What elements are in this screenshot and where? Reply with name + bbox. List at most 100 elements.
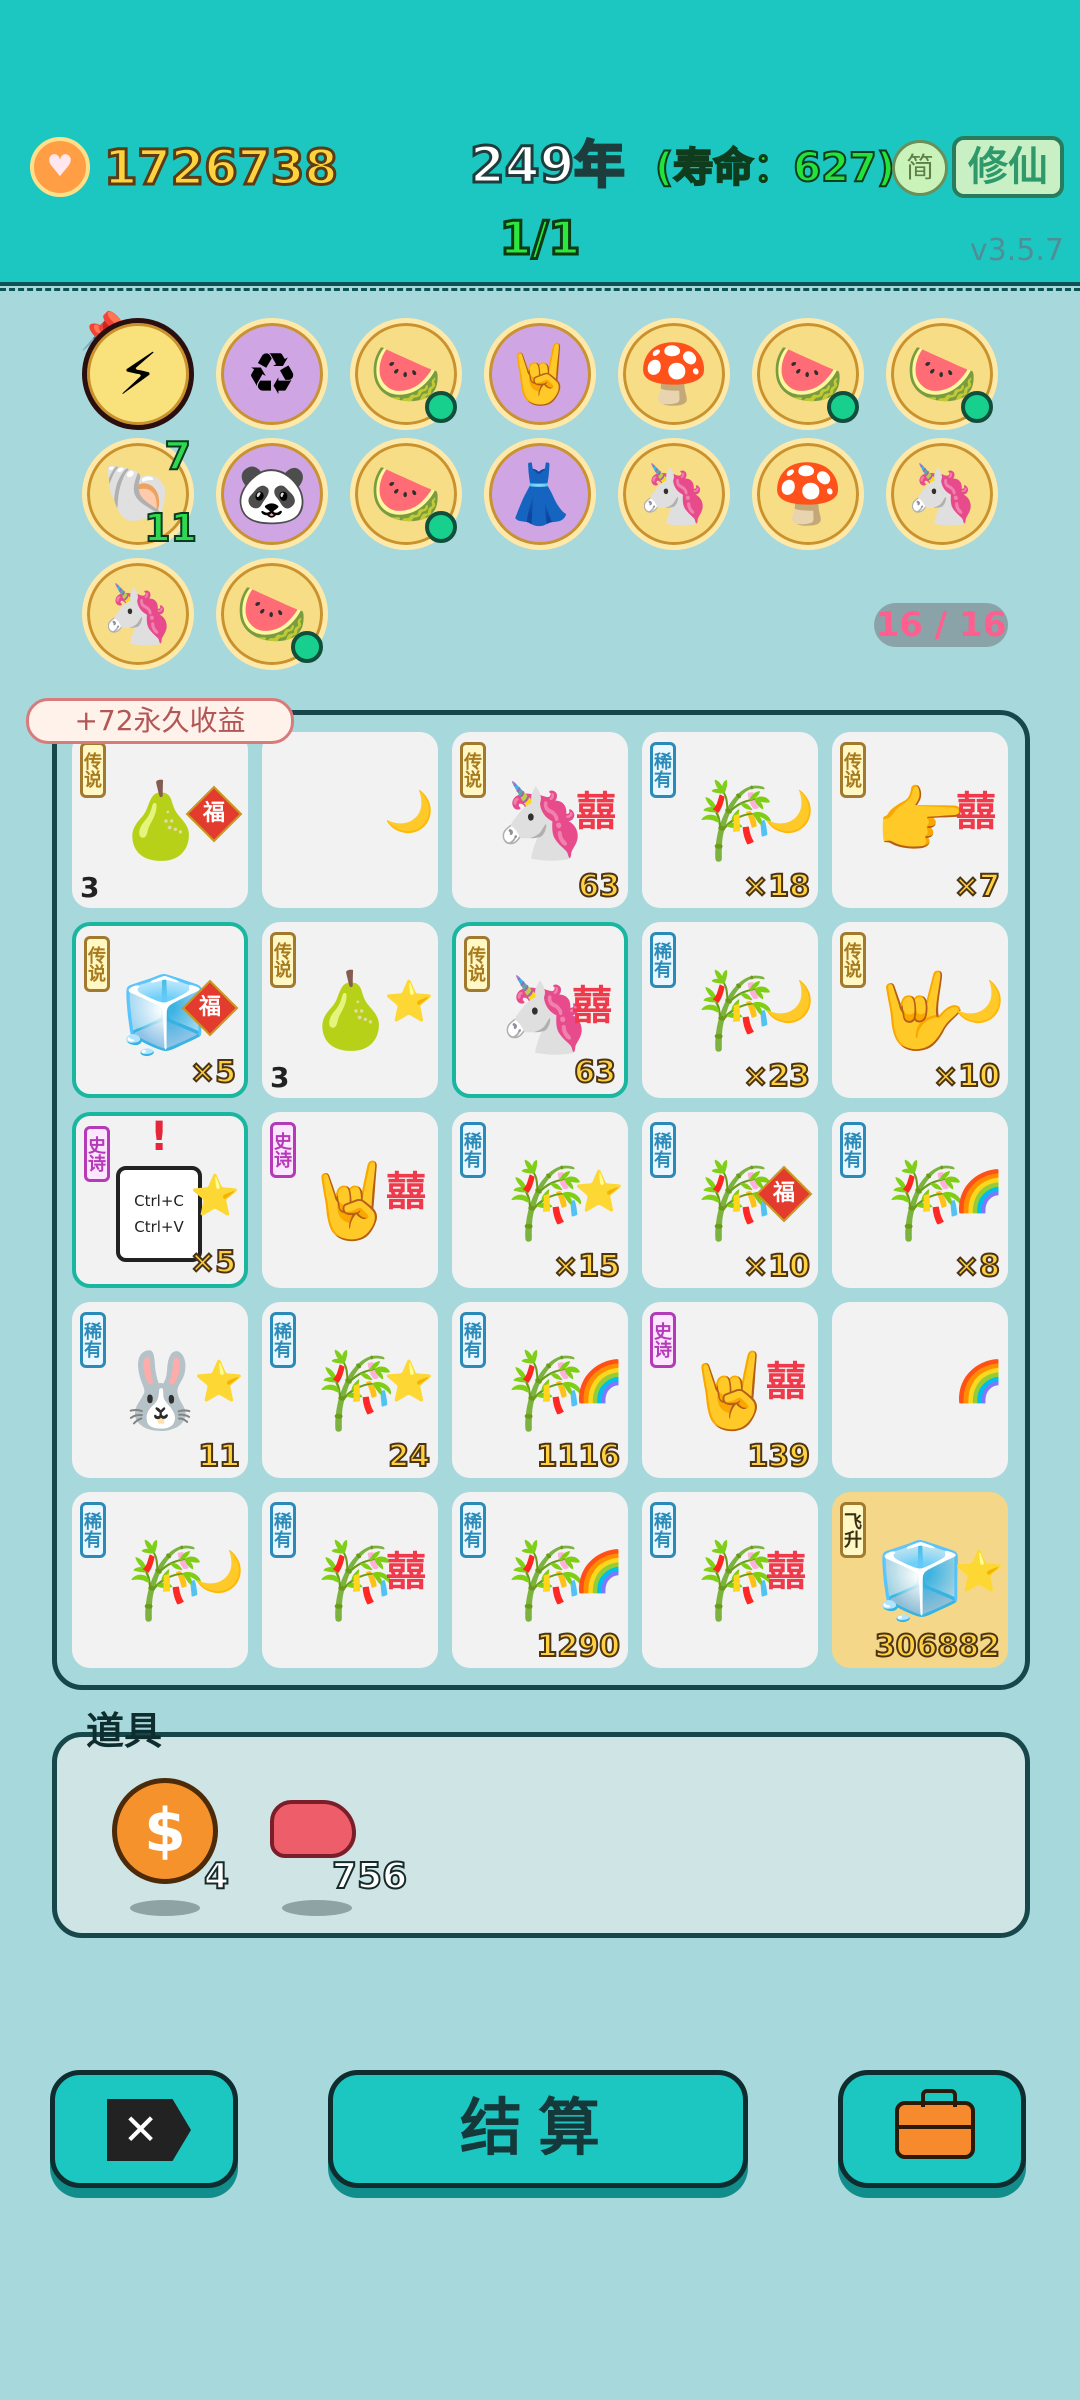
token-fruit-basket-icon[interactable]: 🍉 [886, 318, 998, 430]
cell-value: ×10 [742, 1248, 811, 1285]
rarity-tag: 传说 [840, 932, 866, 988]
cell-value: ×8 [953, 1248, 1001, 1285]
board-cell[interactable]: 传说 🍐 福 3 [72, 732, 248, 908]
board-cell[interactable]: 史诗 Ctrl+C Ctrl+V! ⭐ ×5 [72, 1112, 248, 1288]
board-cell[interactable]: 稀有 🐰 ⭐ 11 [72, 1302, 248, 1478]
board-cell[interactable]: 稀有 🎋 🌈 1290 [452, 1492, 628, 1668]
rarity-tag: 传说 [840, 742, 866, 798]
token-mushroom-cloud-icon[interactable]: 🍄 [618, 318, 730, 430]
token-unicorn-icon[interactable]: 🦄 [886, 438, 998, 550]
board-cell[interactable]: 史诗 🤘 囍 139 [642, 1302, 818, 1478]
simplified-toggle-button[interactable]: 简 [892, 140, 948, 196]
rarity-tag: 稀有 [650, 1122, 676, 1178]
star-icon: ⭐ [384, 1359, 434, 1405]
board-cell[interactable]: 传说 👉 囍 ×7 [832, 732, 1008, 908]
board-cell[interactable]: 稀有 🎋 ⭐ 24 [262, 1302, 438, 1478]
settle-button[interactable]: 结算 [328, 2070, 748, 2188]
cell-counter: 3 [270, 1061, 290, 1094]
rarity-tag: 稀有 [650, 932, 676, 988]
props-title: 道具 [86, 1709, 163, 1753]
cell-value: 139 [746, 1438, 811, 1475]
double-happiness-icon: 囍 [572, 983, 612, 1029]
board-cell[interactable]: 稀有 🎋 福 ×10 [642, 1112, 818, 1288]
board-cell[interactable]: 传说 🍐 ⭐ 3 [262, 922, 438, 1098]
token-mushroom-cloud-icon[interactable]: 🍄 [752, 438, 864, 550]
token-panda-icon[interactable]: 🐼 [216, 438, 328, 550]
cell-value: 1290 [536, 1628, 621, 1665]
token-status-dot [425, 391, 457, 423]
board-cell[interactable]: 稀有 🎋 🌙 ×23 [642, 922, 818, 1098]
token-fruit-basket-icon[interactable]: 🍉 [350, 318, 462, 430]
token-skirt-icon[interactable]: 👗 [484, 438, 596, 550]
rarity-tag: 稀有 [270, 1502, 296, 1558]
board-cell[interactable]: 史诗 🤘 囍 [262, 1112, 438, 1288]
exit-button[interactable]: ✕ [50, 2070, 238, 2188]
board-cell[interactable]: 稀有 🎋 🌙 [72, 1492, 248, 1668]
dollar-coin-prop-icon[interactable]: $ [112, 1778, 218, 1884]
board-cell[interactable]: 🌈 [832, 1302, 1008, 1478]
token-recycle-icon[interactable]: ♻ [216, 318, 328, 430]
token-unicorn-icon[interactable]: 🦄 [618, 438, 730, 550]
board-cell[interactable]: 传说 🤟 🌙 ×10 [832, 922, 1008, 1098]
board-cell[interactable]: 传说 🦄 囍 63 [452, 732, 628, 908]
coin-prop-count: 4 [203, 1855, 230, 1898]
rarity-tag: 史诗 [650, 1312, 676, 1368]
cell-value: ×5 [189, 1054, 237, 1091]
year-counter: 249年 [468, 135, 625, 196]
rainbow-icon: 🌈 [574, 1359, 624, 1405]
board-cell[interactable]: 稀有 🎋 囍 [262, 1492, 438, 1668]
board-cell[interactable]: 稀有 🎋 🌈 1116 [452, 1302, 628, 1478]
double-happiness-icon: 囍 [766, 1549, 806, 1595]
ctrl-v-text: Ctrl+V [134, 1218, 184, 1236]
rarity-tag: 稀有 [460, 1502, 486, 1558]
cultivate-button[interactable]: 修仙 [952, 136, 1064, 198]
rarity-tag: 稀有 [840, 1122, 866, 1178]
skirt-icon: 👗 [503, 460, 577, 528]
token-rock-hand-icon[interactable]: 🤘 [484, 318, 596, 430]
token-lightning-icon[interactable]: ⚡ [82, 318, 194, 430]
liver-prop-icon[interactable] [270, 1800, 356, 1858]
board-cell[interactable]: 稀有 🎋 🌙 ×18 [642, 732, 818, 908]
close-icon: ✕ [107, 2099, 191, 2161]
rarity-tag: 传说 [84, 936, 110, 992]
cell-value: ×10 [932, 1058, 1001, 1095]
board-cell[interactable]: 稀有 🎋 ⭐ ×15 [452, 1112, 628, 1288]
cell-value: 63 [573, 1054, 617, 1091]
token-count-top: 7 [164, 434, 192, 478]
unicorn-icon: 🦄 [905, 460, 979, 528]
rarity-tag: 传说 [464, 936, 490, 992]
token-shell-icon[interactable]: 🐚 7 11 [82, 434, 198, 550]
rock-hand-icon: 🤘 [503, 340, 577, 408]
coin-balance: 1726738 [103, 139, 340, 198]
cell-value: 1116 [536, 1438, 621, 1475]
star-icon: ⭐ [194, 1359, 244, 1405]
moon-icon: 🌙 [384, 789, 434, 835]
board-cell[interactable]: 稀有 🎋 囍 [642, 1492, 818, 1668]
cell-value: ×18 [742, 868, 811, 905]
moon-icon: 🌙 [764, 789, 814, 835]
board-cell[interactable]: 稀有 🎋 🌈 ×8 [832, 1112, 1008, 1288]
double-happiness-icon: 囍 [386, 1169, 426, 1215]
rarity-tag: 史诗 [270, 1122, 296, 1178]
rarity-tag: 传说 [80, 742, 106, 798]
board-cell[interactable]: 飞升 🧊 ⭐ 306882 [832, 1492, 1008, 1668]
heart-coin-icon [30, 137, 90, 197]
token-fruit-basket-icon[interactable]: 🍉 [752, 318, 864, 430]
token-slot-counter: 16 / 16 [874, 603, 1008, 647]
cell-value: ×23 [742, 1058, 811, 1095]
cell-value: ×15 [552, 1248, 621, 1285]
briefcase-icon [895, 2089, 975, 2159]
rarity-tag: 稀有 [650, 742, 676, 798]
token-fruit-basket-icon[interactable]: 🍉 [216, 558, 328, 670]
token-fruit-basket-icon[interactable]: 🍉 [350, 438, 462, 550]
cell-value: 11 [197, 1438, 241, 1475]
board-cell[interactable]: 🌙 [262, 732, 438, 908]
board-cell[interactable]: 传说 🧊 福 ×5 [72, 922, 248, 1098]
mushroom-cloud-icon: 🍄 [637, 340, 711, 408]
double-happiness-icon: 囍 [766, 1359, 806, 1405]
board-cell[interactable]: 传说 🦄 囍 63 [452, 922, 628, 1098]
inventory-button[interactable] [838, 2070, 1026, 2188]
unicorn-icon: 🦄 [101, 580, 175, 648]
token-unicorn-icon[interactable]: 🦄 [82, 558, 194, 670]
token-count-bottom: 11 [143, 506, 198, 550]
